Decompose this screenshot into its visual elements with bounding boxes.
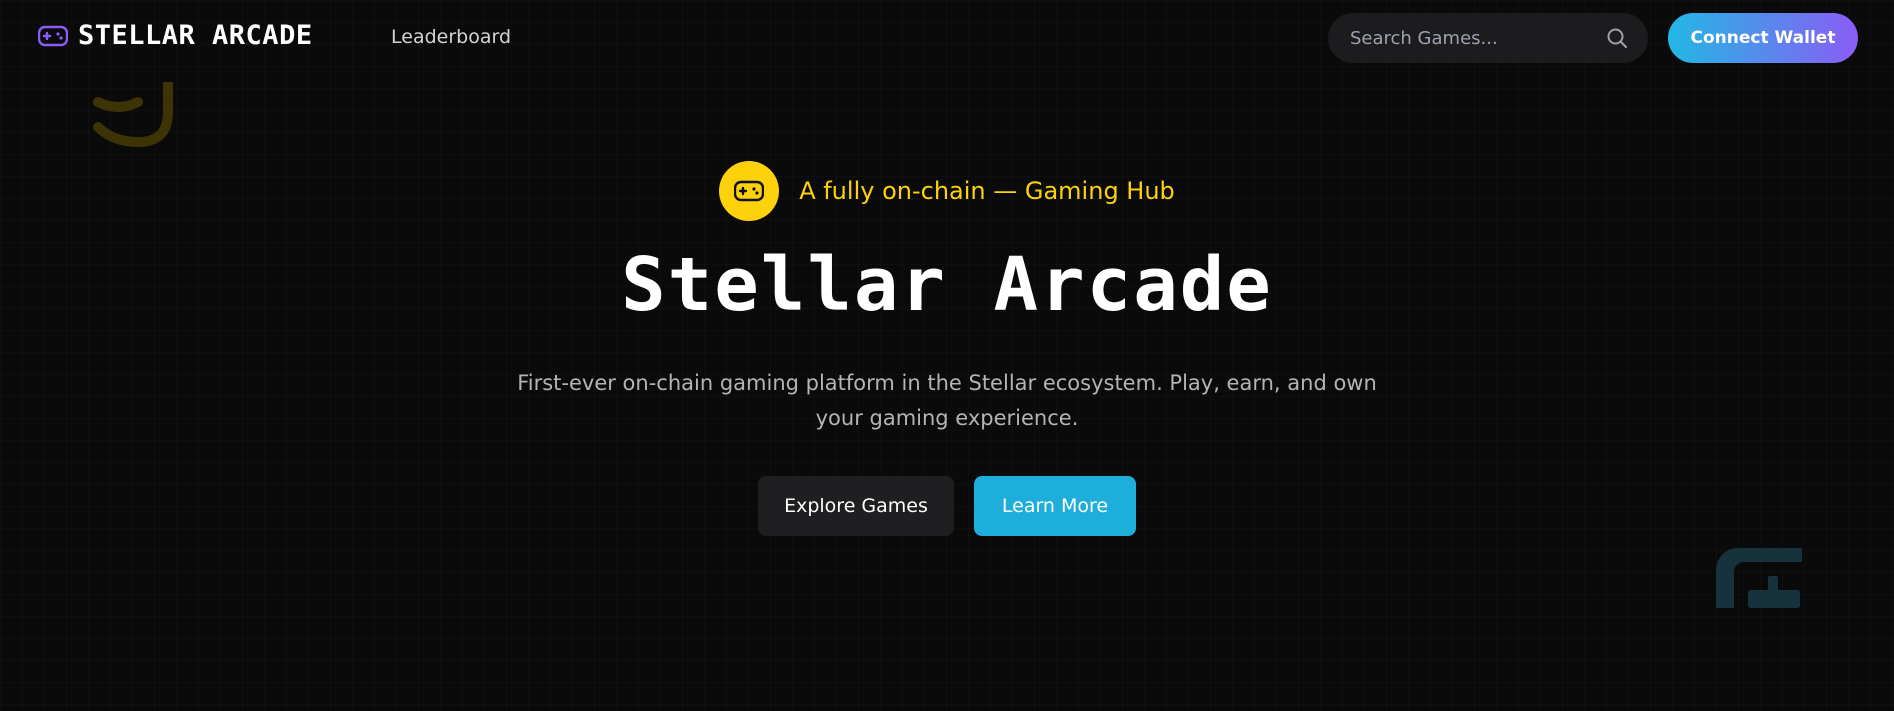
search-icon[interactable]	[1606, 27, 1628, 49]
connect-wallet-button[interactable]: Connect Wallet	[1668, 13, 1858, 63]
navbar: STELLAR ARCADE Leaderboard Connect Walle…	[0, 0, 1894, 76]
gamepad-icon	[38, 25, 68, 47]
nav-link-leaderboard[interactable]: Leaderboard	[391, 26, 511, 48]
brand-logo[interactable]: STELLAR ARCADE	[38, 20, 313, 51]
gamepad-badge	[719, 161, 780, 221]
brand-name: STELLAR ARCADE	[78, 20, 313, 51]
learn-more-button[interactable]: Learn More	[974, 476, 1136, 536]
cta-buttons: Explore Games Learn More	[0, 476, 1894, 536]
tagline-highlight: Gaming Hub	[1024, 177, 1175, 205]
search-input[interactable]	[1348, 26, 1606, 50]
controller-shape-icon	[1712, 540, 1804, 614]
explore-games-button[interactable]: Explore Games	[758, 476, 954, 536]
hook-shape-icon	[88, 77, 198, 156]
hero-description: First-ever on-chain gaming platform in t…	[517, 371, 1377, 430]
hero-section: A fully on-chain — Gaming Hub Stellar Ar…	[0, 160, 1894, 536]
hero-title: Stellar Arcade	[621, 242, 1273, 328]
tagline-text: A fully on-chain — Gaming Hub	[799, 177, 1175, 205]
gamepad-icon	[734, 180, 765, 202]
hero-tagline: A fully on-chain — Gaming Hub	[0, 160, 1894, 222]
search-bar[interactable]	[1328, 13, 1648, 63]
tagline-prefix: A fully on-chain —	[799, 177, 1025, 205]
